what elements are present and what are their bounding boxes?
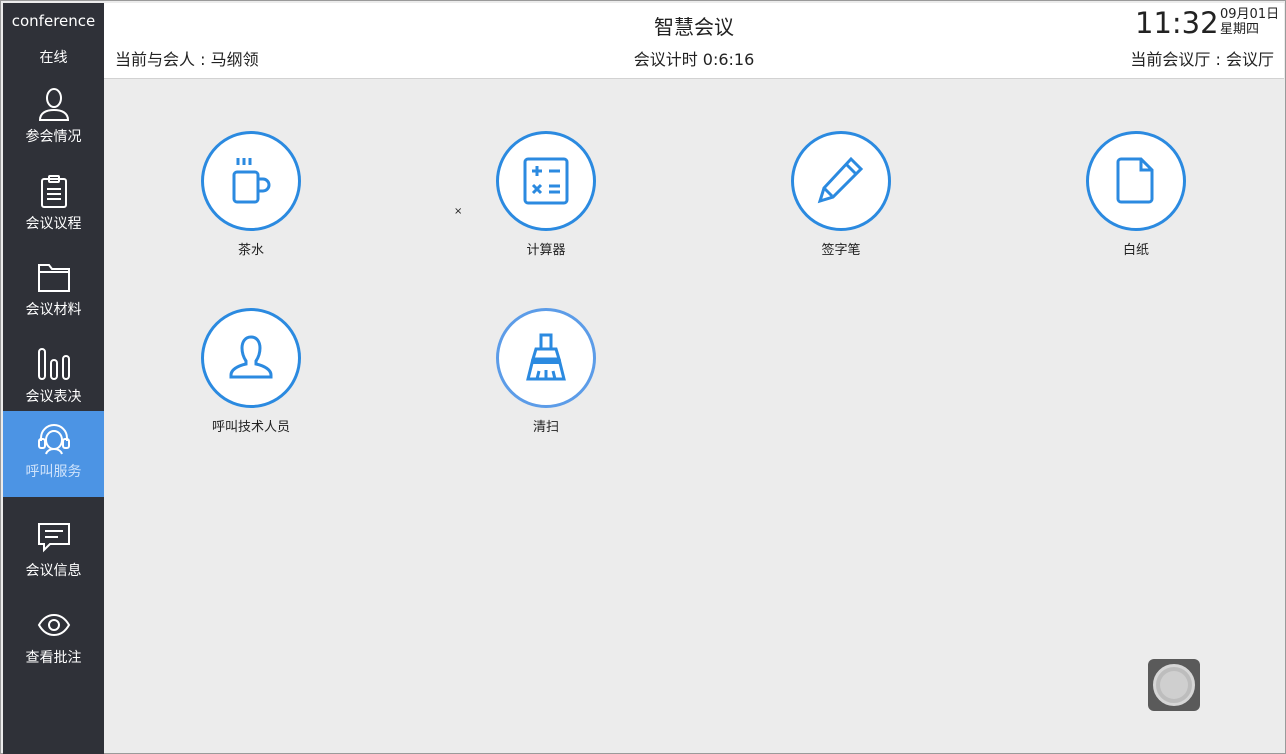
clock-date: 09月01日 星期四 xyxy=(1220,7,1279,37)
meeting-timer: 会议计时 0:6:16 xyxy=(633,50,755,69)
service-circle[interactable] xyxy=(201,131,301,231)
service-circle[interactable] xyxy=(201,308,301,408)
sidebar: conference 在线 参会情况 会议议程 会议材料 会议表决 呼叫服务 会… xyxy=(3,3,104,754)
clipboard-icon xyxy=(41,175,67,208)
online-status: 在线 xyxy=(39,50,68,66)
weekday-text: 星期四 xyxy=(1220,22,1260,37)
header-bar: 智慧会议 当前与会人 : 马纲领 会议计时 0:6:16 11:32 09月01… xyxy=(104,3,1284,79)
service-tea[interactable]: 茶水 xyxy=(174,131,334,271)
message-icon xyxy=(38,523,70,553)
tea-cup-icon xyxy=(232,158,271,204)
sidebar-item-label: 会议信息 xyxy=(25,563,82,579)
page-title: 智慧会议 xyxy=(654,15,734,39)
service-circle[interactable] xyxy=(1086,131,1186,231)
brand-label: conference xyxy=(11,12,96,30)
bar-chart-icon xyxy=(38,348,70,380)
eye-icon xyxy=(37,613,71,637)
current-room: 当前会议厅 : 会议厅 xyxy=(1130,50,1274,69)
sidebar-item-label: 参会情况 xyxy=(25,129,82,145)
broom-icon xyxy=(526,333,566,381)
service-label: 签字笔 xyxy=(821,243,861,258)
service-label: 呼叫技术人员 xyxy=(211,420,290,435)
sidebar-item-label: 查看批注 xyxy=(25,650,82,666)
sidebar-item-meeting-info[interactable]: 会议信息 xyxy=(3,510,104,596)
sidebar-item-annotations[interactable]: 查看批注 xyxy=(3,597,104,683)
mouse-cursor: × xyxy=(454,206,463,217)
sidebar-item-label: 会议表决 xyxy=(25,389,82,405)
service-pen[interactable]: 签字笔 xyxy=(764,131,924,271)
service-label: 茶水 xyxy=(237,243,264,258)
sidebar-item-voting[interactable]: 会议表决 xyxy=(3,336,104,422)
service-technician[interactable]: 呼叫技术人员 xyxy=(174,308,334,448)
service-label: 清扫 xyxy=(532,420,559,435)
pen-icon xyxy=(817,156,864,204)
sidebar-item-materials[interactable]: 会议材料 xyxy=(3,249,104,335)
floating-assistive-button[interactable] xyxy=(1148,659,1200,711)
sidebar-item-label: 会议材料 xyxy=(25,302,82,318)
service-calculator[interactable]: 计算器 xyxy=(469,131,629,271)
service-label: 计算器 xyxy=(526,243,566,258)
sidebar-item-label: 会议议程 xyxy=(25,216,82,232)
sidebar-item-agenda[interactable]: 会议议程 xyxy=(3,163,104,249)
headset-icon xyxy=(38,424,70,455)
service-label: 白纸 xyxy=(1122,243,1149,258)
clock-time: 11:32 xyxy=(1135,6,1219,40)
paper-icon xyxy=(1116,157,1154,204)
person-icon xyxy=(38,88,70,121)
service-cleaning[interactable]: 清扫 xyxy=(469,308,629,448)
service-circle[interactable] xyxy=(496,308,596,408)
service-circle[interactable] xyxy=(496,131,596,231)
floating-button-core xyxy=(1160,671,1188,699)
calculator-icon xyxy=(523,157,569,205)
sidebar-item-attendance[interactable]: 参会情况 xyxy=(3,76,104,162)
service-circle[interactable] xyxy=(791,131,891,231)
date-text: 09月01日 xyxy=(1220,7,1280,22)
sidebar-item-call-service[interactable]: 呼叫服务 xyxy=(3,411,104,497)
sidebar-item-label: 呼叫服务 xyxy=(25,464,82,480)
service-paper[interactable]: 白纸 xyxy=(1059,131,1219,271)
folder-icon xyxy=(38,264,70,292)
technician-icon xyxy=(229,335,273,379)
